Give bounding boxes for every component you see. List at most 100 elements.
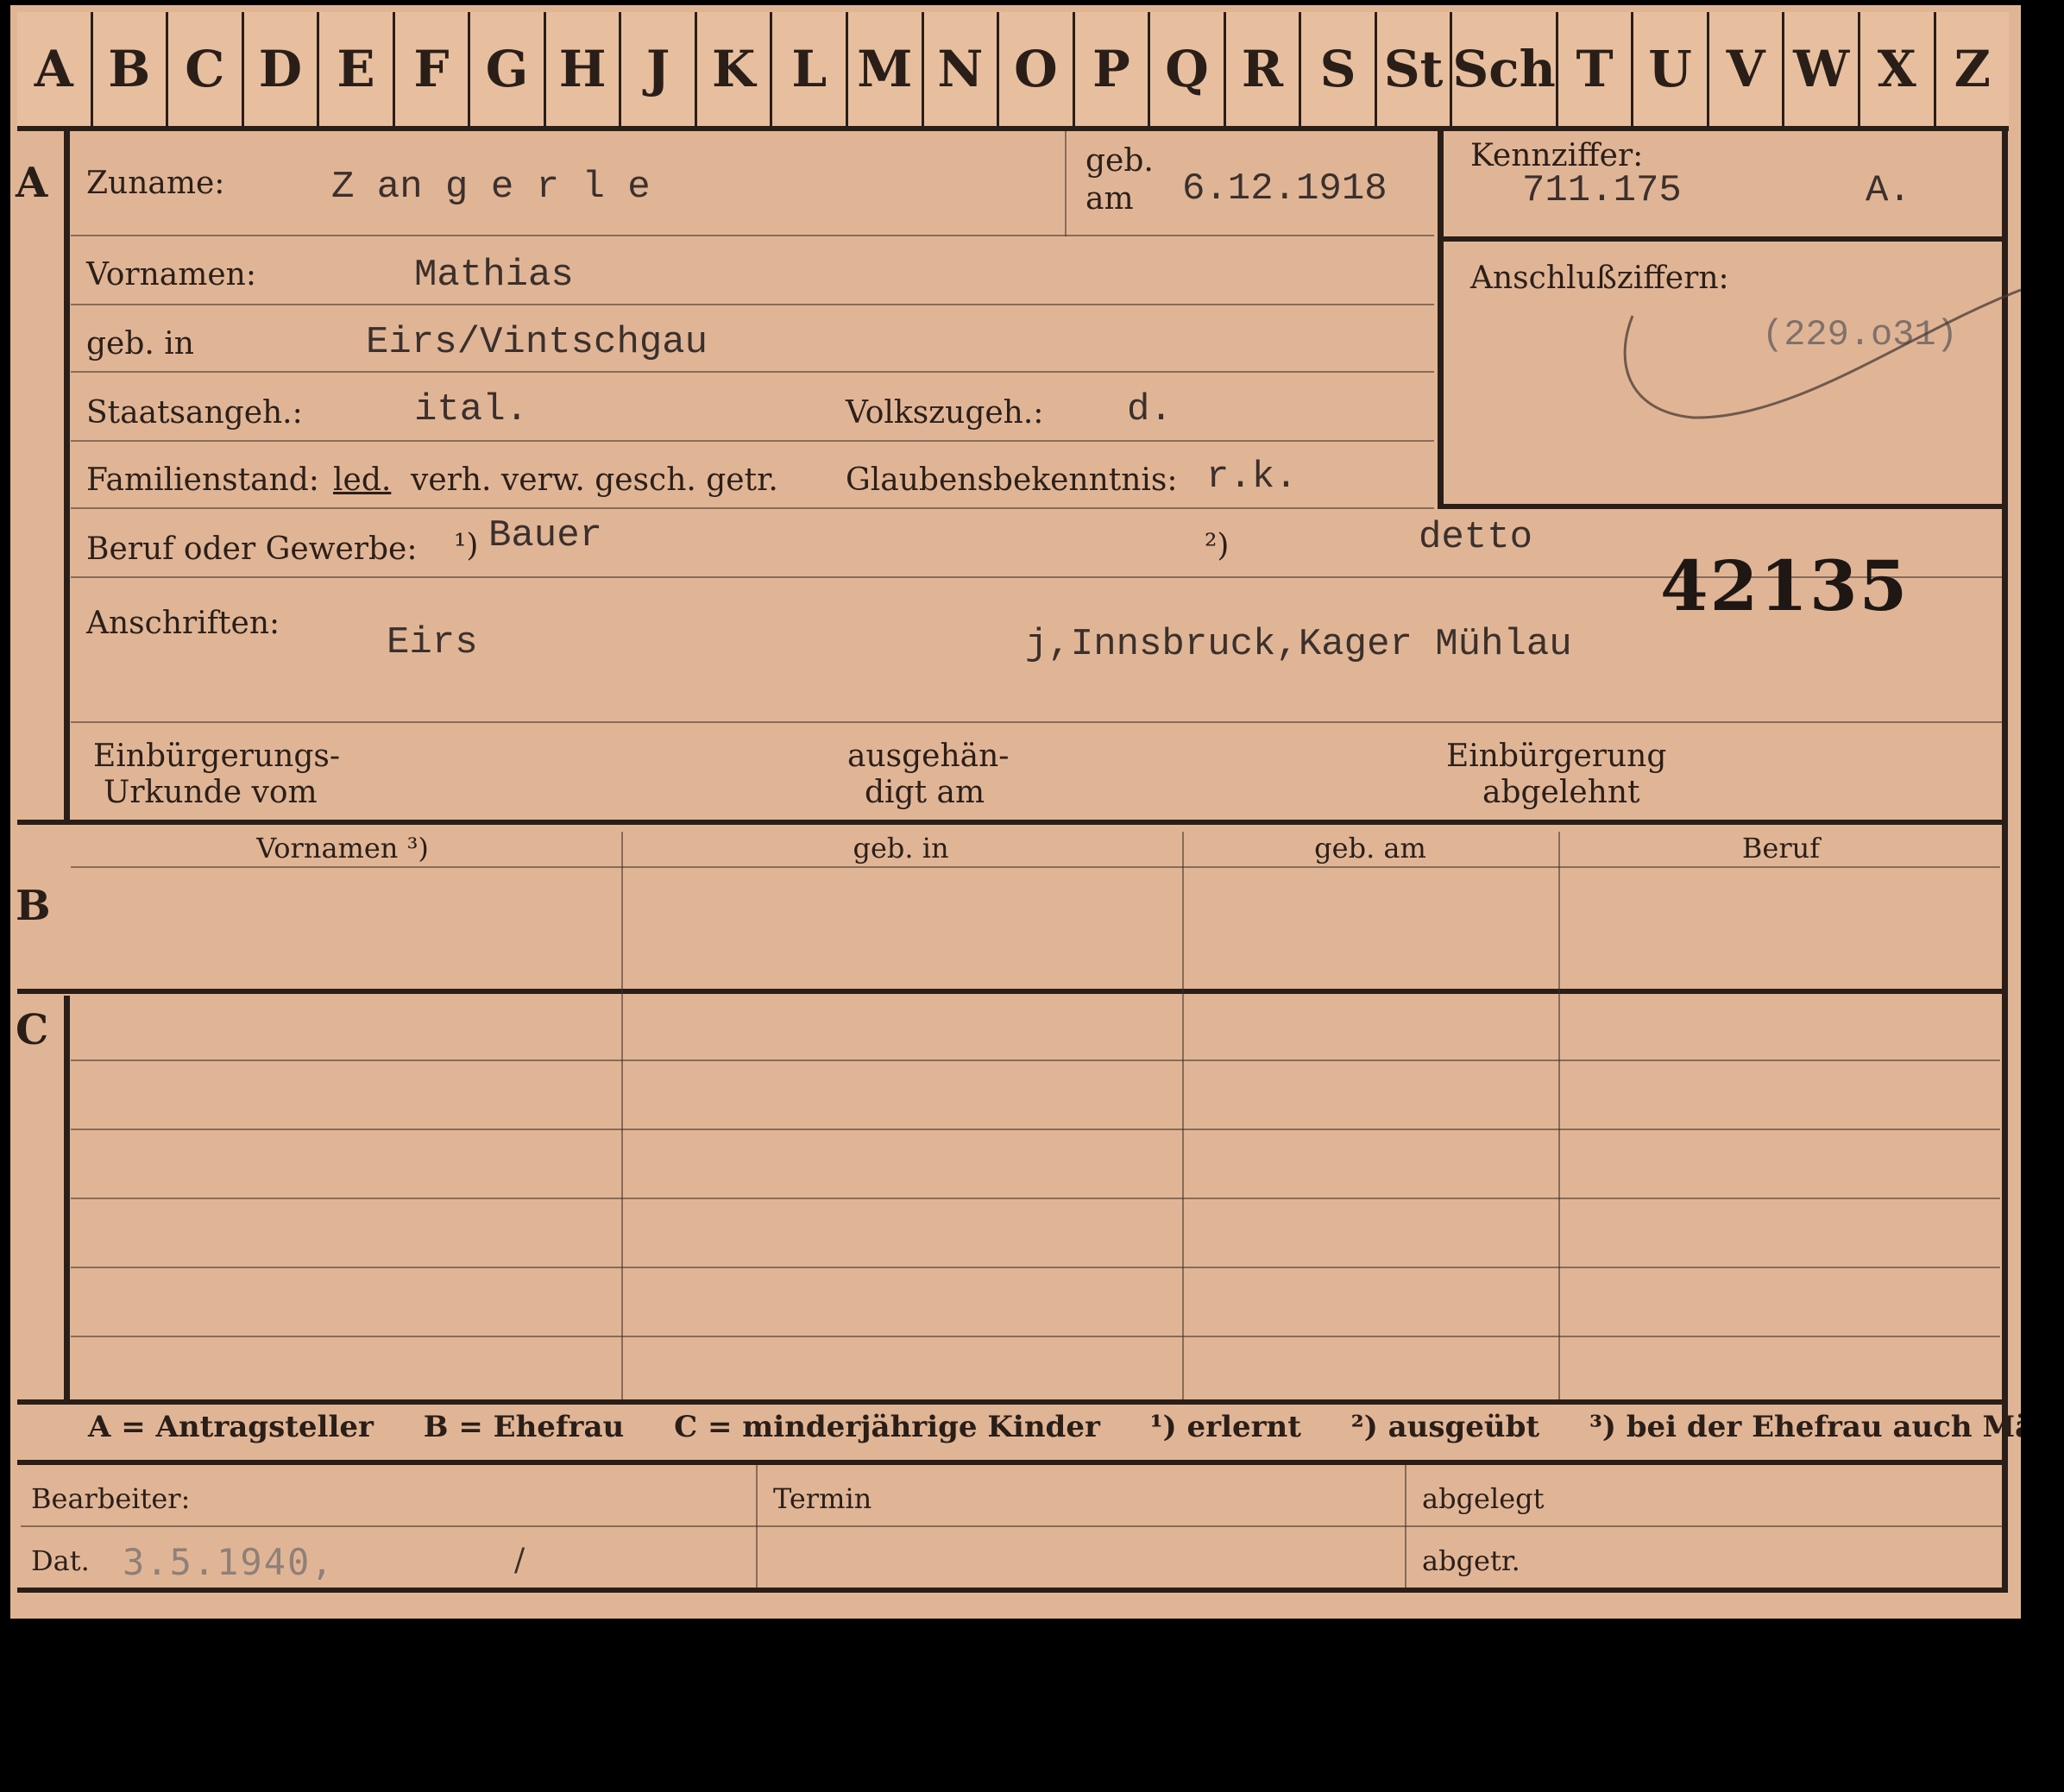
- legend-item: ³) bei der Ehefrau auch Mädchenname: [1589, 1410, 2021, 1444]
- ausgehaendigt-label-bottom: digt am: [865, 775, 985, 810]
- termin-label: Termin: [773, 1482, 872, 1515]
- alphabet-tab[interactable]: Sch: [1452, 12, 1558, 126]
- legend-bottom-rule: [17, 1460, 2007, 1465]
- table-row-rule: [71, 1267, 2000, 1268]
- familienstand-ledig-option: led.: [333, 462, 392, 498]
- stamp-number: 42135: [1660, 545, 1910, 626]
- alphabet-tab[interactable]: Z: [1936, 12, 2010, 126]
- alphabet-tab[interactable]: G: [470, 12, 546, 126]
- card-bottom-border: [17, 1588, 2007, 1593]
- geb-am-label-bottom: am: [1085, 181, 1134, 217]
- alphabet-tab[interactable]: P: [1075, 12, 1151, 126]
- column-divider: [1558, 832, 1560, 1401]
- footer-row-rule: [21, 1525, 2002, 1527]
- legend-top-rule: [17, 1399, 2007, 1405]
- geb-in-value: Eirs/Vintschgau: [366, 321, 708, 364]
- table-header-rule: [71, 866, 2000, 868]
- ausgehaendigt-label-top: ausgehän-: [847, 739, 1010, 774]
- alphabet-tab[interactable]: T: [1558, 12, 1634, 126]
- column-divider: [621, 832, 623, 1401]
- vornamen-label: Vornamen:: [86, 257, 256, 292]
- section-c-top-rule: [17, 989, 2007, 994]
- abgetr-label: abgetr.: [1422, 1544, 1520, 1577]
- anschrift-2-value: j,Innsbruck,Kager Mühlau: [1025, 623, 1572, 666]
- alphabet-tab[interactable]: B: [93, 12, 169, 126]
- alphabet-tab[interactable]: X: [1860, 12, 1936, 126]
- section-b-label: B: [16, 882, 51, 930]
- beruf-ausgeuebt-value: detto: [1419, 516, 1533, 559]
- beruf-label: Beruf oder Gewerbe:: [86, 531, 418, 567]
- zuname-label: Zuname:: [86, 166, 225, 201]
- dat-label: Dat.: [31, 1544, 90, 1577]
- glaubensbekenntnis-value: r.k.: [1206, 456, 1298, 499]
- alphabet-tab[interactable]: V: [1709, 12, 1785, 126]
- legend-item: ¹) erlernt: [1149, 1410, 1301, 1444]
- registration-card: A B C D E F G H J K L M N O P Q R S St S…: [10, 5, 2021, 1619]
- einbuergerung-abgelehnt-label-top: Einbürgerung: [1446, 739, 1667, 774]
- geb-am-value: 6.12.1918: [1182, 167, 1388, 211]
- footer-divider: [756, 1465, 758, 1593]
- table-header-geb-in: geb. in: [853, 832, 949, 865]
- volkszugeh-value: d.: [1127, 388, 1173, 431]
- alphabet-tab[interactable]: K: [697, 12, 773, 126]
- footer-divider: [1405, 1465, 1406, 1593]
- einbuergerung-abgelehnt-label-bottom: abgelehnt: [1482, 775, 1640, 810]
- alphabet-tab[interactable]: W: [1784, 12, 1860, 126]
- section-c-rule: [64, 996, 70, 1401]
- alphabet-tab[interactable]: H: [546, 12, 622, 126]
- anschriften-label: Anschriften:: [86, 606, 280, 641]
- alphabet-tab[interactable]: F: [395, 12, 471, 126]
- vornamen-value: Mathias: [414, 254, 574, 297]
- alphabet-tab[interactable]: M: [848, 12, 924, 126]
- alphabet-tab[interactable]: U: [1633, 12, 1709, 126]
- alphabet-tab[interactable]: D: [244, 12, 320, 126]
- staatsangeh-value: ital.: [414, 388, 529, 431]
- alphabet-tab[interactable]: C: [168, 12, 244, 126]
- table-header-geb-am: geb. am: [1314, 832, 1426, 865]
- beruf-footnote-1: ¹): [454, 528, 479, 563]
- section-a-rule: [64, 131, 70, 821]
- section-a-label: A: [16, 159, 48, 207]
- dat-handwritten-value: 3.5.1940,: [123, 1541, 335, 1583]
- kennziffer-value: 711.175: [1522, 169, 1682, 212]
- alphabet-tab[interactable]: N: [924, 12, 1000, 126]
- alphabet-tab[interactable]: Q: [1150, 12, 1226, 126]
- legend-item: ²) ausgeübt: [1350, 1410, 1540, 1444]
- beruf-erlernt-value: Bauer: [488, 514, 603, 557]
- bearbeiter-label: Bearbeiter:: [31, 1482, 191, 1515]
- alphabet-tab[interactable]: J: [621, 12, 697, 126]
- familienstand-label: Familienstand:: [86, 462, 319, 498]
- row-rule: [71, 371, 1434, 373]
- legend-item: A = Antragsteller: [88, 1410, 374, 1444]
- geb-in-label: geb. in: [86, 326, 194, 362]
- legend-item: C = minderjährige Kinder: [674, 1410, 1100, 1444]
- section-b-top-rule: [17, 820, 2007, 825]
- dat-separator: /: [514, 1543, 525, 1578]
- legend: A = Antragsteller B = Ehefrau C = minder…: [88, 1410, 2021, 1444]
- column-divider: [1182, 832, 1184, 1401]
- alphabet-tab[interactable]: L: [772, 12, 849, 126]
- alphabet-tab[interactable]: St: [1377, 12, 1453, 126]
- row-rule: [71, 440, 1434, 442]
- pencil-strike-mark: [1623, 288, 2021, 419]
- alphabet-tab[interactable]: S: [1301, 12, 1377, 126]
- alphabet-tab[interactable]: R: [1226, 12, 1302, 126]
- geb-am-label-top: geb.: [1085, 143, 1154, 179]
- geb-am-divider: [1065, 131, 1067, 236]
- kennziffer-box-bottom: [1438, 504, 2007, 509]
- kennziffer-box-left: [1438, 126, 1444, 509]
- alphabet-tab[interactable]: O: [999, 12, 1075, 126]
- volkszugeh-label: Volkszugeh.:: [846, 395, 1044, 431]
- alphabet-tab[interactable]: A: [17, 12, 93, 126]
- beruf-footnote-2: ²): [1205, 528, 1230, 563]
- einbuergerung-urkunde-label-top: Einbürgerungs-: [93, 739, 341, 774]
- row-rule: [71, 507, 1434, 509]
- abgelegt-label: abgelegt: [1422, 1482, 1545, 1515]
- row-rule: [71, 721, 2004, 723]
- table-row-rule: [71, 1129, 2000, 1130]
- alphabet-index-tabs: A B C D E F G H J K L M N O P Q R S St S…: [17, 12, 2009, 131]
- row-rule: [71, 304, 1434, 305]
- einbuergerung-urkunde-label-bottom: Urkunde vom: [104, 775, 318, 810]
- alphabet-tab[interactable]: E: [319, 12, 395, 126]
- table-row-rule: [71, 1336, 2000, 1337]
